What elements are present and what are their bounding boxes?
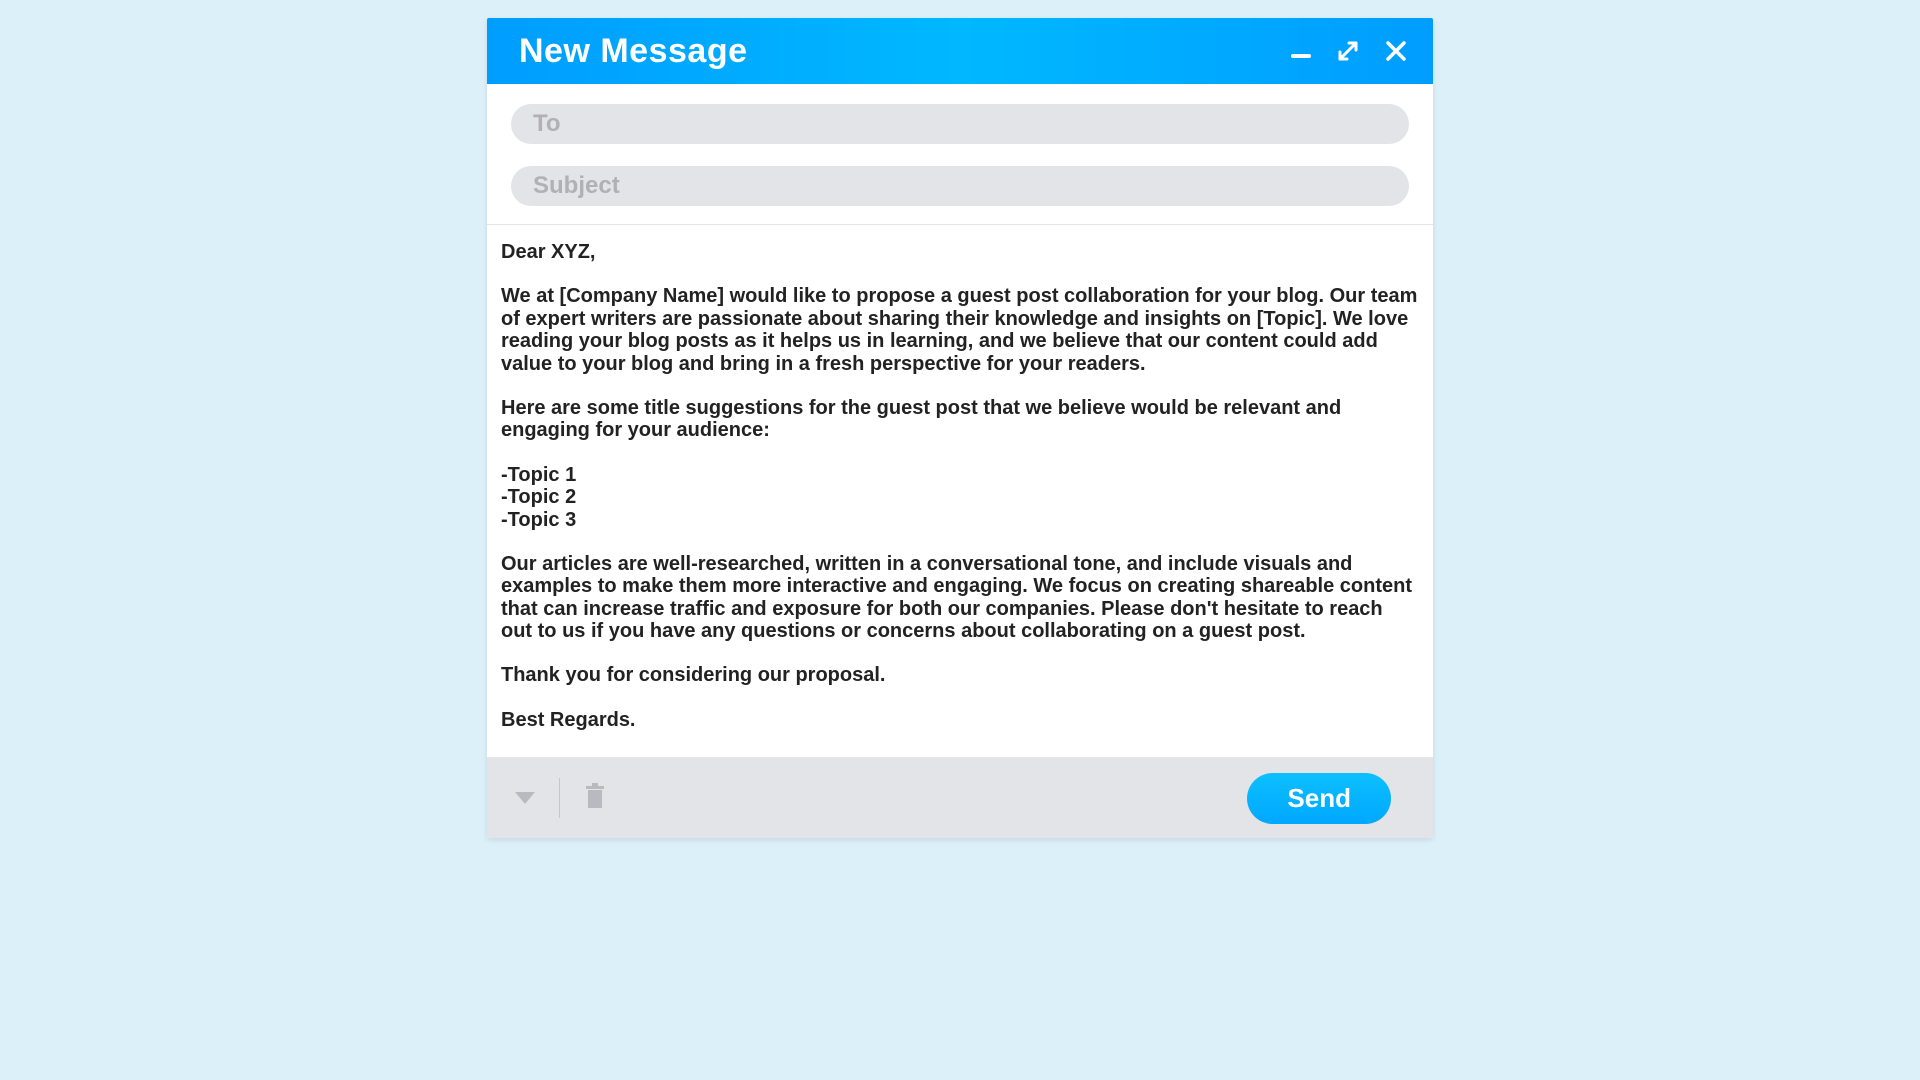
close-icon[interactable] <box>1385 40 1407 62</box>
footer-tools <box>515 778 606 818</box>
compose-header: New Message <box>487 18 1433 84</box>
message-body[interactable]: Dear XYZ, We at [Company Name] would lik… <box>487 225 1433 758</box>
expand-icon[interactable] <box>1337 40 1359 62</box>
compose-footer: Send <box>487 758 1433 838</box>
send-button[interactable]: Send <box>1247 773 1391 824</box>
to-field[interactable] <box>511 104 1409 144</box>
trash-icon[interactable] <box>584 782 606 815</box>
header-title: New Message <box>519 32 748 71</box>
address-fields <box>487 84 1433 225</box>
body-paragraph-3: Our articles are well-researched, writte… <box>501 553 1419 643</box>
body-closing: Best Regards. <box>501 709 1419 731</box>
footer-separator <box>559 778 560 818</box>
body-topics: -Topic 1 -Topic 2 -Topic 3 <box>501 464 1419 531</box>
minimize-icon[interactable] <box>1291 44 1311 58</box>
subject-field[interactable] <box>511 166 1409 206</box>
body-greeting: Dear XYZ, <box>501 241 1419 263</box>
body-paragraph-1: We at [Company Name] would like to propo… <box>501 285 1419 375</box>
compose-window: New Message Dear XYZ, <box>487 18 1433 838</box>
more-options-dropdown-icon[interactable] <box>515 792 535 804</box>
header-controls <box>1291 40 1407 62</box>
body-paragraph-2: Here are some title suggestions for the … <box>501 397 1419 442</box>
body-thanks: Thank you for considering our proposal. <box>501 664 1419 686</box>
